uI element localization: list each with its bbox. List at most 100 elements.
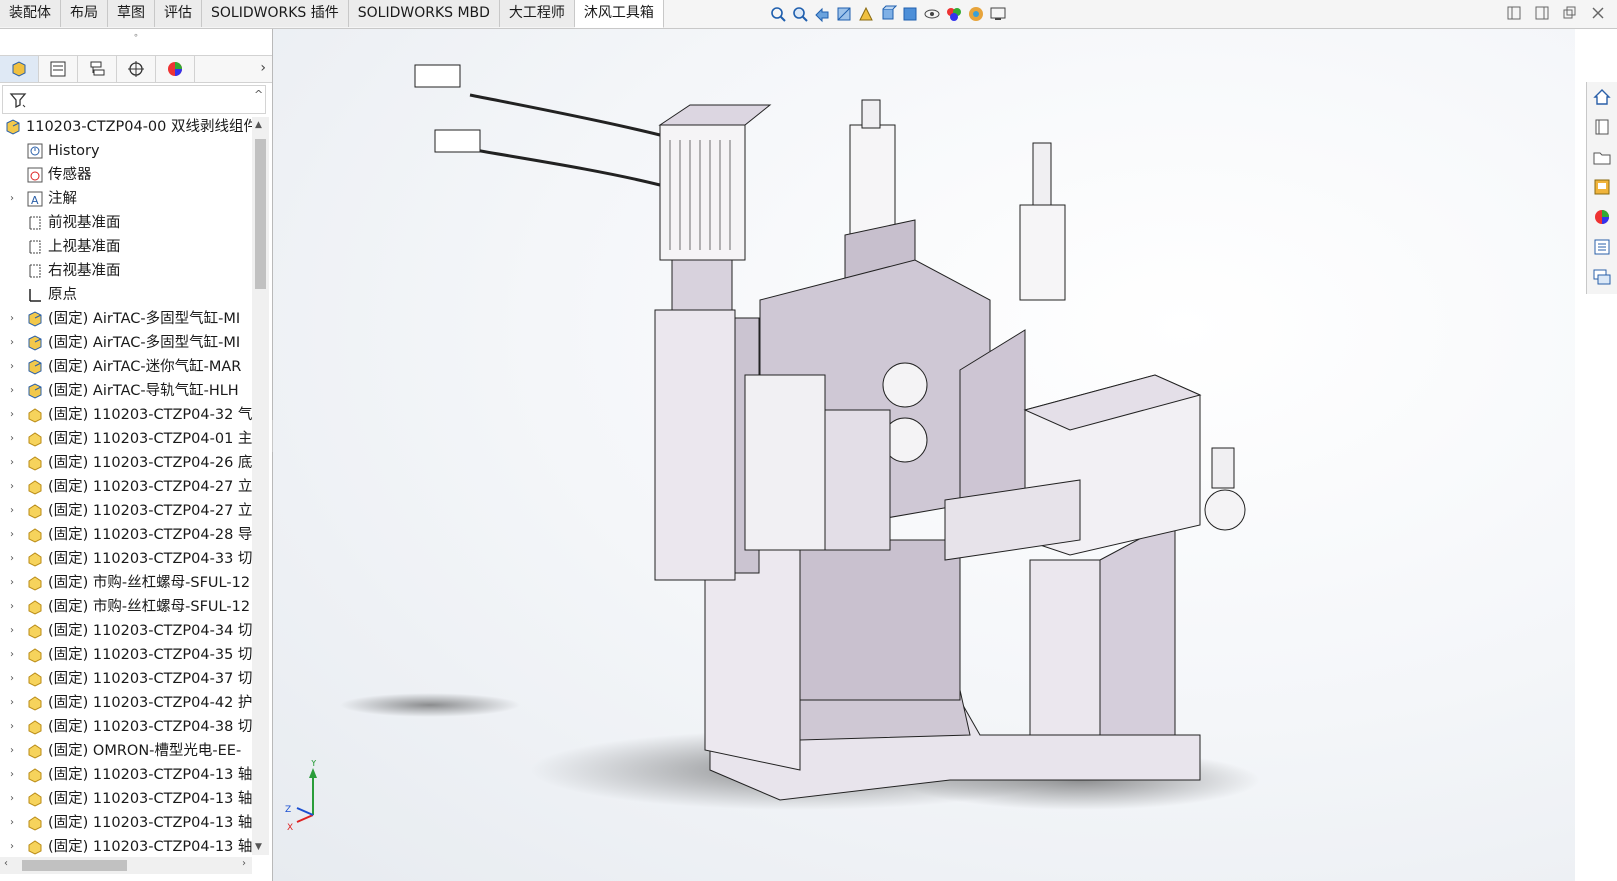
tree-item[interactable]: › (固定) 110203-CTZP04-13 轴 [0, 787, 252, 811]
expand-arrow-icon[interactable]: › [10, 523, 14, 547]
tree-item[interactable]: › (固定) 110203-CTZP04-42 护 [0, 691, 252, 715]
tree-item[interactable]: 传感器 [0, 163, 252, 187]
tree-root-assembly[interactable]: 110203-CTZP04-00 双线剥线组件 [0, 115, 252, 139]
expand-arrow-icon[interactable]: › [10, 595, 14, 619]
view-settings-icon[interactable] [988, 4, 1008, 24]
home-icon[interactable] [1587, 82, 1617, 112]
feature-manager-icon[interactable] [0, 56, 39, 82]
expand-arrow-icon[interactable]: › [10, 571, 14, 595]
view-palette-icon[interactable] [1587, 172, 1617, 202]
tree-item[interactable]: › (固定) 110203-CTZP04-28 导 [0, 523, 252, 547]
dimxpert-icon[interactable] [117, 56, 156, 82]
root-collapse-icon[interactable]: ^ [254, 88, 263, 101]
tree-horizontal-scrollbar[interactable]: ‹ › [0, 857, 252, 874]
expand-arrow-icon[interactable]: › [10, 643, 14, 667]
assembly-model[interactable] [273, 29, 1575, 881]
tab-1[interactable]: 布局 [61, 0, 108, 27]
scroll-thumb[interactable] [255, 139, 266, 289]
scroll-up-icon[interactable]: ▲ [255, 120, 262, 130]
tab-0[interactable]: 装配体 [0, 0, 61, 27]
expand-arrow-icon[interactable]: › [10, 187, 14, 211]
tree-item[interactable]: › (固定) 110203-CTZP04-13 轴 [0, 835, 252, 855]
tree-item[interactable]: › (固定) 110203-CTZP04-26 底 [0, 451, 252, 475]
tree-item[interactable]: › (固定) 110203-CTZP04-13 轴 [0, 763, 252, 787]
tab-5[interactable]: SOLIDWORKS MBD [348, 0, 500, 27]
expand-arrow-icon[interactable]: › [10, 835, 14, 855]
feature-filter-input[interactable] [2, 85, 266, 114]
hide-show-icon[interactable] [922, 4, 942, 24]
tree-item[interactable]: 前视基准面 [0, 211, 252, 235]
dynamic-annotation-icon[interactable] [856, 4, 876, 24]
tab-7[interactable]: 沐风工具箱 [574, 0, 664, 28]
tree-item[interactable]: › (固定) 110203-CTZP04-34 切 [0, 619, 252, 643]
tree-item[interactable]: › A 注解 [0, 187, 252, 211]
roller-top[interactable] [882, 362, 928, 408]
panel-tabs-scroll-right-icon[interactable]: › [260, 60, 266, 76]
edit-appearance-icon[interactable] [944, 4, 964, 24]
expand-arrow-icon[interactable]: › [10, 355, 14, 379]
restore-window-icon[interactable] [1563, 6, 1577, 20]
expand-arrow-icon[interactable]: › [10, 475, 14, 499]
tree-item[interactable]: 上视基准面 [0, 235, 252, 259]
display-manager-icon[interactable] [156, 56, 195, 82]
expand-arrow-icon[interactable]: › [10, 763, 14, 787]
expand-arrow-icon[interactable]: › [10, 499, 14, 523]
tab-4[interactable]: SOLIDWORKS 插件 [202, 0, 349, 27]
tree-item[interactable]: › (固定) 110203-CTZP04-33 切 [0, 547, 252, 571]
tree-item[interactable]: › (固定) 110203-CTZP04-01 主 [0, 427, 252, 451]
custom-properties-icon[interactable] [1587, 232, 1617, 262]
expand-arrow-icon[interactable]: › [10, 403, 14, 427]
appearances-icon[interactable] [1587, 202, 1617, 232]
tree-item[interactable]: › (固定) 110203-CTZP04-37 切 [0, 667, 252, 691]
expand-arrow-icon[interactable]: › [10, 715, 14, 739]
scroll-right-icon[interactable]: › [242, 858, 246, 869]
zoom-area-icon[interactable] [790, 4, 810, 24]
expand-arrow-icon[interactable]: › [10, 667, 14, 691]
servo-motor[interactable] [659, 124, 746, 261]
rear-plate[interactable] [799, 539, 961, 701]
tree-item[interactable]: History [0, 139, 252, 163]
graphics-area[interactable]: Y X Z [273, 29, 1575, 881]
apply-scene-icon[interactable] [966, 4, 986, 24]
zoom-to-fit-icon[interactable] [768, 4, 788, 24]
hscroll-thumb[interactable] [22, 860, 127, 871]
display-style-icon[interactable] [900, 4, 920, 24]
right-upright[interactable] [1029, 559, 1101, 736]
air-cylinder-right[interactable] [1019, 204, 1066, 301]
right-upright-side[interactable] [1099, 519, 1176, 736]
tree-item[interactable]: › (固定) 110203-CTZP04-35 切 [0, 643, 252, 667]
forum-icon[interactable] [1587, 262, 1617, 292]
linear-module[interactable] [654, 309, 736, 581]
file-explorer-icon[interactable] [1587, 142, 1617, 172]
section-view-icon[interactable] [834, 4, 854, 24]
tree-item[interactable]: › (固定) 市购-丝杠螺母-SFUL-12 [0, 595, 252, 619]
scroll-left-icon[interactable]: ‹ [4, 858, 8, 869]
tab-3[interactable]: 评估 [155, 0, 202, 27]
tree-item[interactable]: › (固定) AirTAC-多固型气缸-MI [0, 307, 252, 331]
tree-item[interactable]: 原点 [0, 283, 252, 307]
close-window-icon[interactable] [1591, 6, 1605, 20]
scroll-down-icon[interactable]: ▼ [255, 842, 262, 852]
tree-item[interactable]: › (固定) 110203-CTZP04-13 轴 [0, 811, 252, 835]
tree-item[interactable]: › (固定) 110203-CTZP04-38 切 [0, 715, 252, 739]
expand-arrow-icon[interactable]: › [10, 331, 14, 355]
tile-right-icon[interactable] [1535, 6, 1549, 20]
expand-arrow-icon[interactable]: › [10, 379, 14, 403]
panel-grip[interactable]: ∘ [0, 29, 272, 43]
design-library-icon[interactable] [1587, 112, 1617, 142]
tree-item[interactable]: › (固定) 110203-CTZP04-27 立 [0, 475, 252, 499]
view-orientation-icon[interactable] [878, 4, 898, 24]
expand-arrow-icon[interactable]: › [10, 787, 14, 811]
expand-arrow-icon[interactable]: › [10, 307, 14, 331]
expand-arrow-icon[interactable]: › [10, 739, 14, 763]
tree-item[interactable]: › (固定) 市购-丝杠螺母-SFUL-12 [0, 571, 252, 595]
tree-vertical-scrollbar[interactable]: ▲ ▼ [252, 117, 269, 855]
tree-item[interactable]: › (固定) 110203-CTZP04-27 立 [0, 499, 252, 523]
expand-arrow-icon[interactable]: › [10, 547, 14, 571]
tree-item[interactable]: 右视基准面 [0, 259, 252, 283]
expand-arrow-icon[interactable]: › [10, 811, 14, 835]
cutter-block[interactable] [744, 374, 826, 551]
tree-item[interactable]: › (固定) OMRON-槽型光电-EE- [0, 739, 252, 763]
air-cylinder-left[interactable] [849, 124, 896, 236]
property-manager-icon[interactable] [39, 56, 78, 82]
